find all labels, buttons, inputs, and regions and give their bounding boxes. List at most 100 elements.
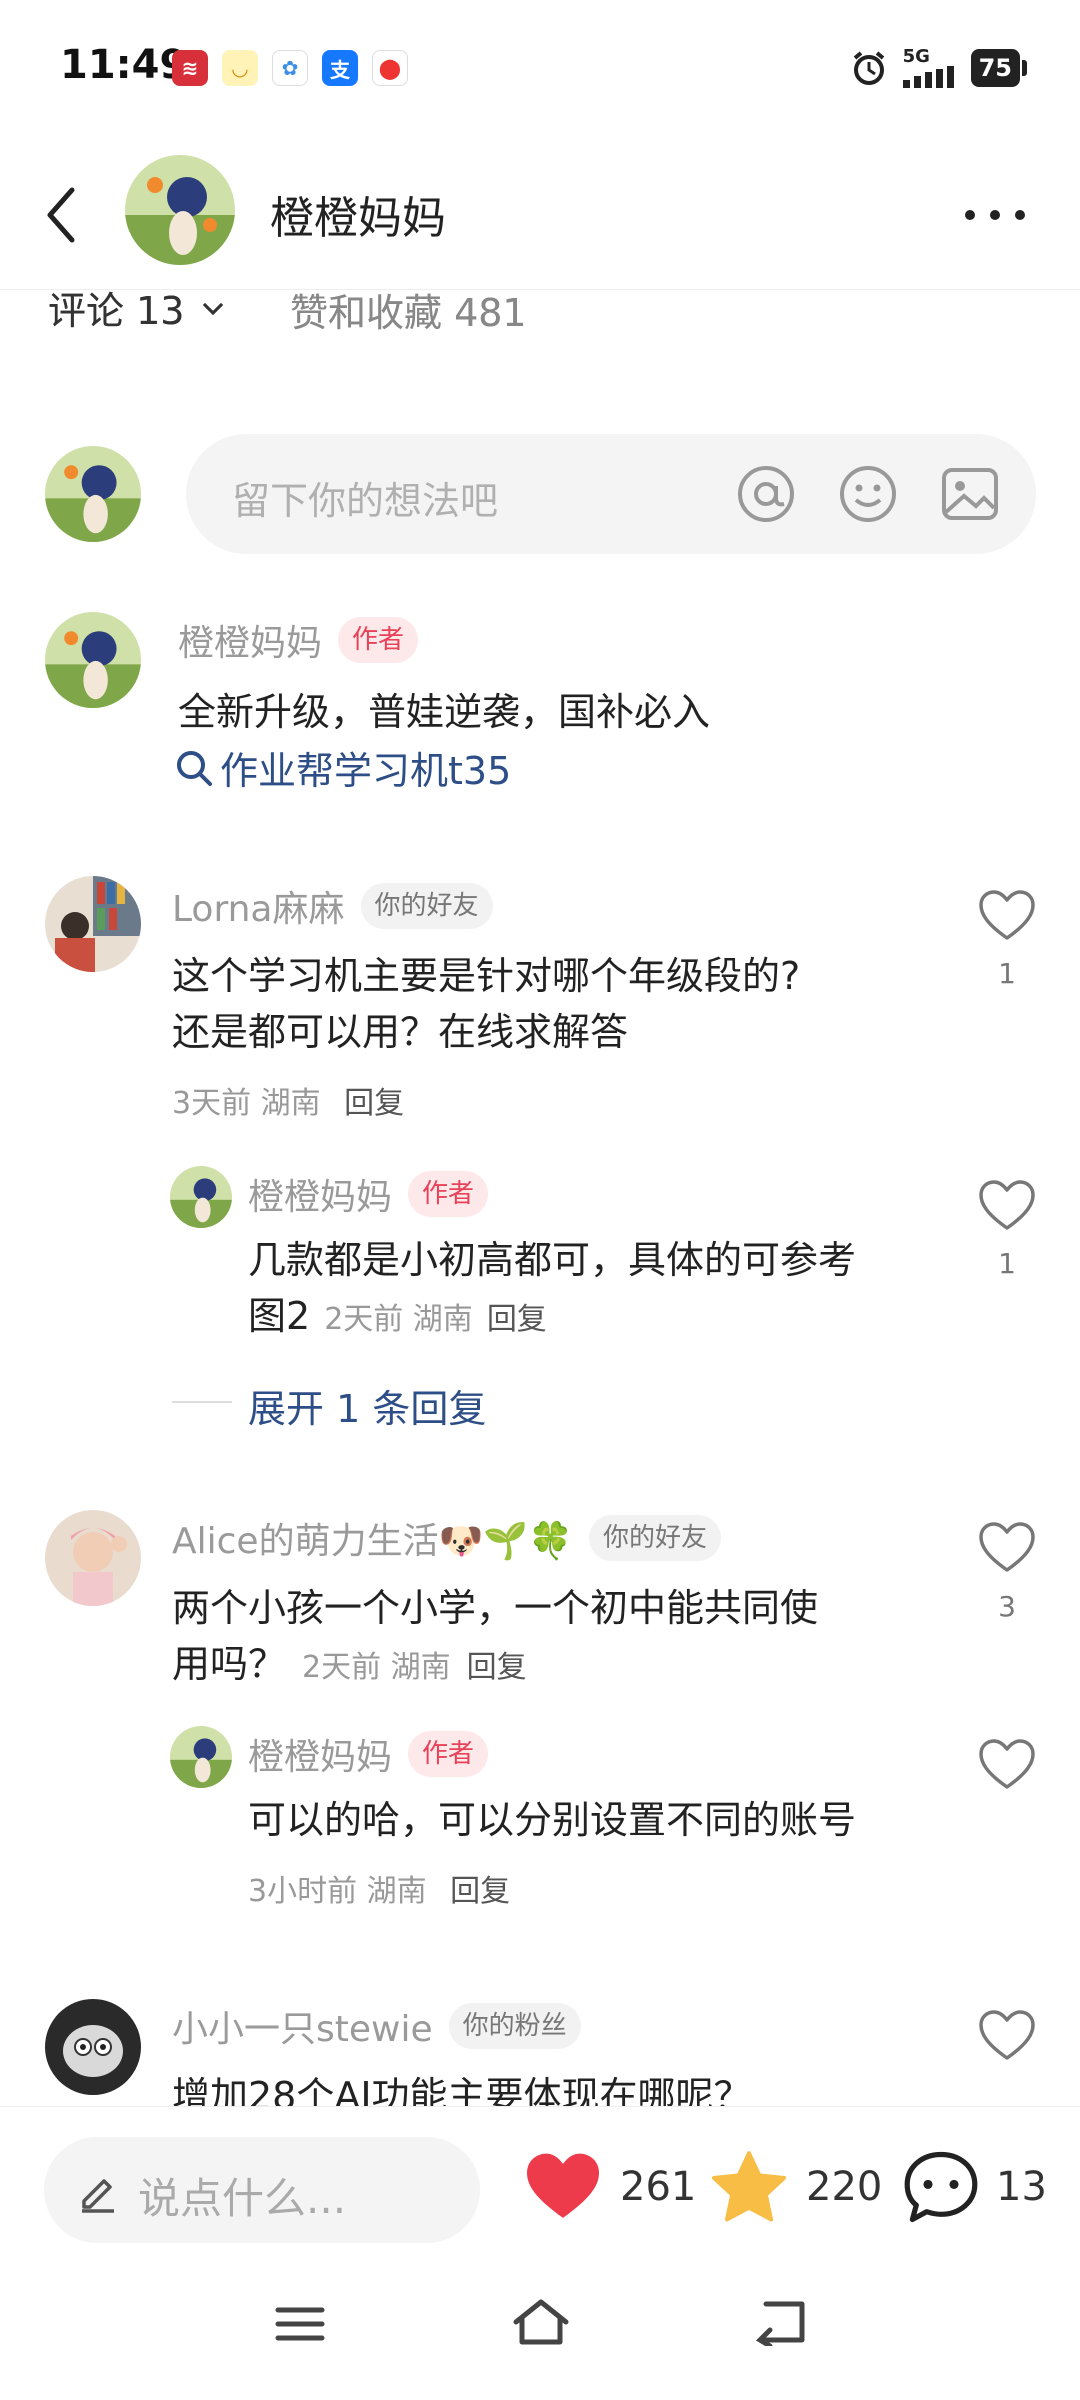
- author-badge: 作者: [408, 1731, 489, 1777]
- reply-author-name[interactable]: 橙橙妈妈: [248, 1728, 392, 1780]
- app-notification-icon: ≋: [172, 50, 208, 86]
- reply-author-name[interactable]: 橙橙妈妈: [248, 1168, 392, 1220]
- friend-badge: 你的好友: [589, 1515, 722, 1561]
- commenter-name[interactable]: Alice的萌力生活🐶🌱🍀: [172, 1512, 573, 1564]
- comment-input-placeholder: 留下你的想法吧: [232, 479, 499, 523]
- status-app-icons: ≋ ◡ ✿ 支 ⬤: [172, 50, 408, 86]
- say-something-placeholder: 说点什么...: [138, 2174, 347, 2223]
- comment-text-line: 增加28个AI功能主要体现在哪呢？: [172, 2074, 752, 2106]
- page-title: 橙橙妈妈: [270, 193, 446, 244]
- system-nav-bar: [0, 2256, 1080, 2400]
- commenter-name[interactable]: 小小一只stewie: [172, 2000, 433, 2052]
- signal-icon: [902, 66, 954, 88]
- like-heart-icon[interactable]: [977, 1737, 1037, 1793]
- comment-text-line: 还是都可以用？在线求解答: [172, 1010, 629, 1054]
- topic-link-label: 作业帮学习机t35: [220, 749, 512, 793]
- app-notification-icon: ✿: [272, 50, 308, 86]
- comment-author-row: Lorna麻麻 你的好友: [172, 880, 493, 932]
- comment-author-row: 小小一只stewie 你的粉丝: [172, 2000, 581, 2052]
- mention-icon[interactable]: [734, 462, 798, 526]
- reply-button[interactable]: 回复: [344, 1086, 404, 1121]
- star-filled-icon: [711, 2151, 787, 2222]
- comment-text-line: 用吗？: [172, 1642, 287, 1686]
- topic-link[interactable]: 作业帮学习机t35: [174, 740, 511, 795]
- reply-meta: 3小时前 湖南 回复: [248, 1866, 510, 1910]
- commenter-avatar[interactable]: [45, 1510, 141, 1606]
- reply-author-avatar[interactable]: [170, 1166, 232, 1228]
- post-author-avatar[interactable]: [45, 612, 141, 708]
- recent-apps-icon[interactable]: [272, 2302, 328, 2346]
- alipay-icon: 支: [322, 50, 358, 86]
- friend-badge: 你的好友: [360, 883, 493, 929]
- comment-text-line: 两个小孩一个小学，一个初中能共同使: [172, 1586, 819, 1630]
- comment-time-location: 3天前 湖南: [172, 1086, 321, 1121]
- author-badge: 作者: [408, 1171, 489, 1217]
- reply-author-avatar[interactable]: [170, 1726, 232, 1788]
- comment-total: 13: [996, 2164, 1047, 2210]
- back-nav-icon[interactable]: [752, 2298, 808, 2346]
- like-button[interactable]: 261: [524, 2151, 696, 2223]
- comment-text-line: 这个学习机主要是针对哪个年级段的?: [172, 954, 801, 998]
- my-avatar: [45, 446, 141, 542]
- back-button[interactable]: [38, 180, 88, 250]
- network-type: 5G: [902, 46, 930, 67]
- likes-favorites-label: 赞和收藏 481: [290, 291, 527, 331]
- header-content: 橙橙妈妈: [0, 140, 1080, 290]
- comment-button[interactable]: 13: [902, 2149, 1047, 2225]
- comment-second-line: 用吗？ 2天前 湖南 回复: [172, 1636, 527, 1692]
- reply-time-location: 3小时前 湖南: [248, 1874, 427, 1909]
- like-heart-icon[interactable]: [977, 1520, 1037, 1576]
- reply-author-row: 橙橙妈妈 作者: [248, 1168, 489, 1220]
- post-author-name[interactable]: 橙橙妈妈: [178, 614, 322, 666]
- author-avatar[interactable]: [125, 155, 235, 265]
- stats-row-visible: 评论 13 赞和收藏 481: [0, 291, 1080, 331]
- comment-bubble-icon: [904, 2151, 978, 2223]
- emoji-icon[interactable]: [836, 462, 900, 526]
- expand-replies-button[interactable]: 展开 1 条回复: [248, 1378, 486, 1433]
- like-heart-icon[interactable]: [977, 1178, 1037, 1234]
- comment-meta: 3天前 湖南 回复: [172, 1078, 404, 1122]
- like-total: 261: [620, 2164, 697, 2210]
- reply-text-line: 图2: [248, 1294, 311, 1338]
- author-badge: 作者: [338, 617, 419, 663]
- status-indicators: 5G 75: [849, 46, 1028, 88]
- battery-indicator: 75: [970, 49, 1028, 87]
- favorite-button[interactable]: 220: [710, 2149, 882, 2225]
- reply-button[interactable]: 回复: [467, 1642, 527, 1686]
- reply-text-line: 可以的哈，可以分别设置不同的账号: [248, 1798, 857, 1842]
- like-count: 3: [998, 1590, 1016, 1623]
- post-author-row: 橙橙妈妈 作者: [178, 614, 419, 666]
- reply-text-line: 几款都是小初高都可，具体的可参考: [248, 1238, 857, 1282]
- say-something-input[interactable]: 说点什么...: [44, 2137, 480, 2243]
- comment-input[interactable]: 留下你的想法吧: [186, 434, 1036, 554]
- commenter-avatar[interactable]: [45, 876, 141, 972]
- comment-time-location: 2天前 湖南: [302, 1650, 451, 1685]
- bottom-action-bar: 说点什么... 261 220 13: [0, 2106, 1080, 2256]
- reply-button[interactable]: 回复: [450, 1874, 510, 1909]
- commenter-name[interactable]: Lorna麻麻: [172, 880, 345, 932]
- more-options-icon[interactable]: [960, 200, 1030, 230]
- like-count: 1: [998, 1247, 1016, 1280]
- commenter-avatar[interactable]: [45, 1999, 141, 2095]
- expand-divider: [172, 1401, 232, 1403]
- status-time: 11:49: [60, 42, 188, 88]
- reply-author-row: 橙橙妈妈 作者: [248, 1728, 489, 1780]
- like-heart-icon[interactable]: [977, 2008, 1037, 2064]
- heart-filled-icon: [527, 2153, 599, 2218]
- search-icon: [177, 750, 212, 786]
- app-notification-icon: ◡: [222, 50, 258, 86]
- post-text: 全新升级，普娃逆袭，国补必入: [178, 690, 711, 734]
- image-icon[interactable]: [938, 462, 1002, 526]
- like-heart-icon[interactable]: [977, 888, 1037, 944]
- reply-time-location: 2天前 湖南: [324, 1302, 473, 1337]
- reply-button[interactable]: 回复: [487, 1294, 547, 1338]
- favorite-total: 220: [806, 2164, 883, 2210]
- fan-badge: 你的粉丝: [448, 2003, 581, 2049]
- comments-count-tab[interactable]: 评论 13: [48, 291, 230, 331]
- chevron-down-icon: [203, 302, 224, 315]
- like-count: 1: [998, 957, 1016, 990]
- home-icon[interactable]: [510, 2296, 572, 2348]
- reply-second-line: 图2 2天前 湖南 回复: [248, 1288, 547, 1344]
- pencil-icon: [82, 2179, 114, 2213]
- map-app-icon: ⬤: [372, 50, 408, 86]
